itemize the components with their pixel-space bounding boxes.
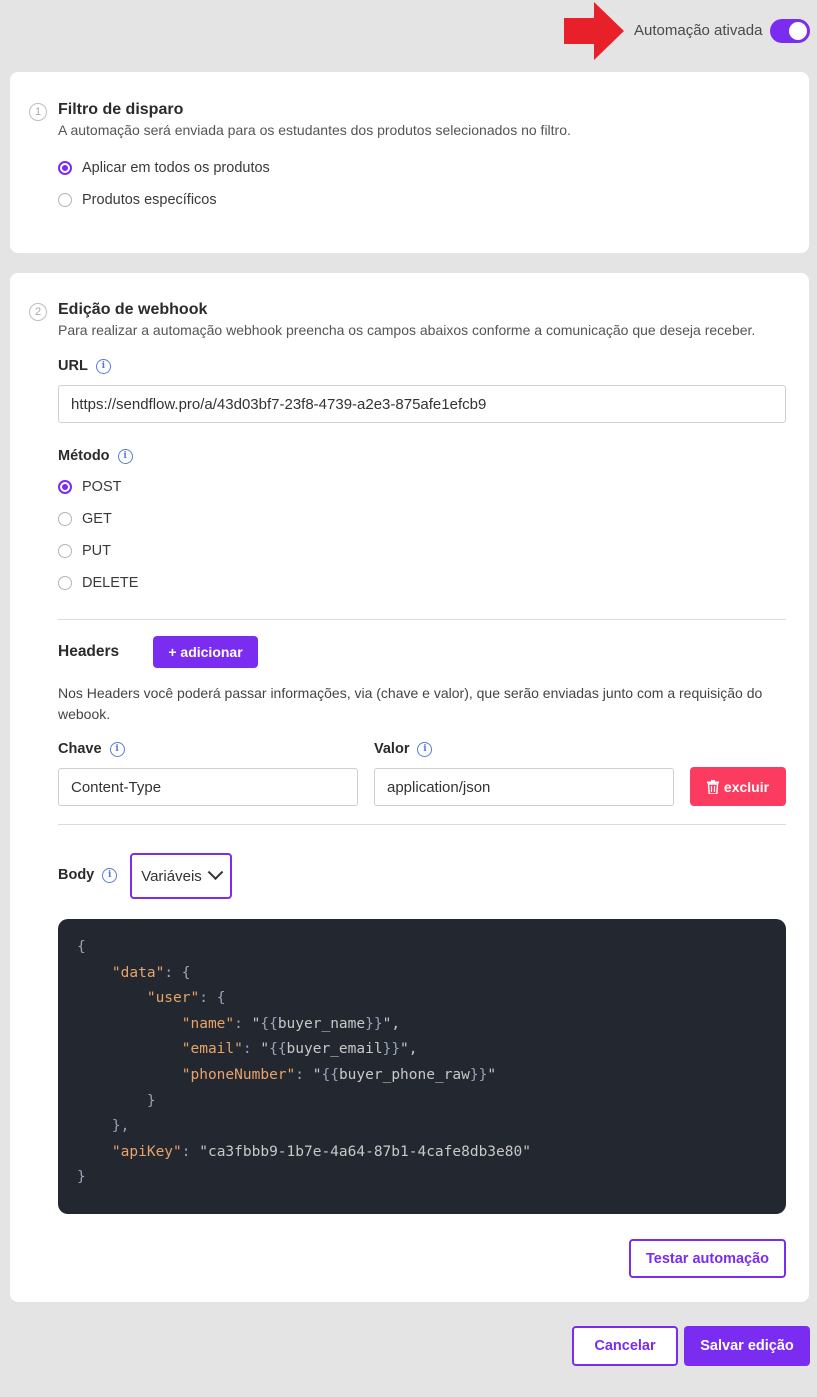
add-header-button[interactable]: + adicionar [153,636,258,668]
divider [58,824,786,825]
toggle-knob [789,22,807,40]
key-label-text: Chave [58,741,102,757]
code-line: "user": { [146,990,226,1007]
test-automation-button[interactable]: Testar automação [629,1239,786,1278]
header-value-input[interactable]: application/json [374,768,674,806]
info-icon[interactable]: i [109,741,125,757]
radio-button[interactable] [58,480,72,494]
step-number: 2 [29,303,47,321]
code-line: }, [111,1118,130,1135]
red-arrow-icon [564,2,624,60]
trash-icon [706,779,719,794]
radio-label: Aplicar em todos os produtos [82,160,270,176]
top-bar: Automação ativada [0,0,817,64]
body-code-editor[interactable]: { "data": { "user": { "name": "{{buyer_n… [58,919,786,1214]
url-input[interactable]: https://sendflow.pro/a/43d03bf7-23f8-473… [58,385,786,423]
filter-card: 1 Filtro de disparo A automação será env… [10,72,809,253]
automation-toggle[interactable] [770,19,810,43]
filter-title: Filtro de disparo [58,101,184,118]
radio-button[interactable] [58,544,72,558]
radio-button[interactable] [58,512,72,526]
method-label: Método i [58,448,133,464]
delete-header-button[interactable]: excluir [690,767,786,806]
info-icon[interactable]: i [117,448,133,464]
radio-method-post[interactable]: POST [58,478,121,496]
body-label-text: Body [58,867,95,883]
radio-method-get[interactable]: GET [58,510,112,528]
code-line: "apiKey": "ca3fbbb9-1b7e-4a64-87b1-4cafe… [111,1143,531,1160]
body-label: Body i [58,867,118,883]
code-line: } [146,1092,156,1109]
info-icon[interactable]: i [417,741,433,757]
delete-label: excluir [723,778,770,795]
radio-label: POST [82,479,122,495]
radio-method-put[interactable]: PUT [58,542,111,560]
radio-button[interactable] [58,161,72,175]
webhook-card: 2 Edição de webhook Para realizar a auto… [10,273,809,1302]
code-line: } [77,1169,86,1186]
url-label-text: URL [58,358,88,374]
method-label-text: Método [58,448,110,464]
radio-label: PUT [82,543,111,559]
radio-button[interactable] [58,576,72,590]
radio-label: Produtos específicos [82,192,217,208]
divider [58,619,786,620]
cancel-button[interactable]: Cancelar [572,1326,678,1366]
automation-toggle-label: Automação ativada [634,22,763,39]
value-label: Valor i [374,741,433,757]
filter-description: A automação será enviada para os estudan… [58,122,571,138]
code-line: "name": "{{buyer_name}}", [181,1015,401,1032]
code-line: "email": "{{buyer_email}}", [181,1041,418,1058]
radio-specific-products[interactable]: Produtos específicos [58,191,217,209]
code-line: { [77,939,86,955]
code-line: "phoneNumber": "{{buyer_phone_raw}}" [181,1066,497,1083]
save-button[interactable]: Salvar edição [684,1326,810,1366]
headers-label: Headers [58,643,120,660]
radio-method-delete[interactable]: DELETE [58,574,138,592]
url-label: URL i [58,358,111,374]
radio-button[interactable] [58,193,72,207]
radio-label: GET [82,511,112,527]
chevron-down-icon [207,863,224,880]
key-label: Chave i [58,741,125,757]
radio-label: DELETE [82,575,139,591]
value-label-text: Valor [374,741,410,757]
headers-description: Nos Headers você poderá passar informaçõ… [58,685,763,722]
webhook-description: Para realizar a automação webhook preenc… [58,322,756,338]
step-number: 1 [29,103,47,121]
header-key-input[interactable]: Content-Type [58,768,358,806]
variables-dropdown[interactable]: Variáveis [130,853,232,899]
webhook-title: Edição de webhook [58,301,208,318]
variables-label: Variáveis [141,867,202,885]
code-line: "data": { [111,964,191,981]
info-icon[interactable]: i [95,358,111,374]
radio-all-products[interactable]: Aplicar em todos os produtos [58,159,270,177]
info-icon[interactable]: i [102,867,118,883]
